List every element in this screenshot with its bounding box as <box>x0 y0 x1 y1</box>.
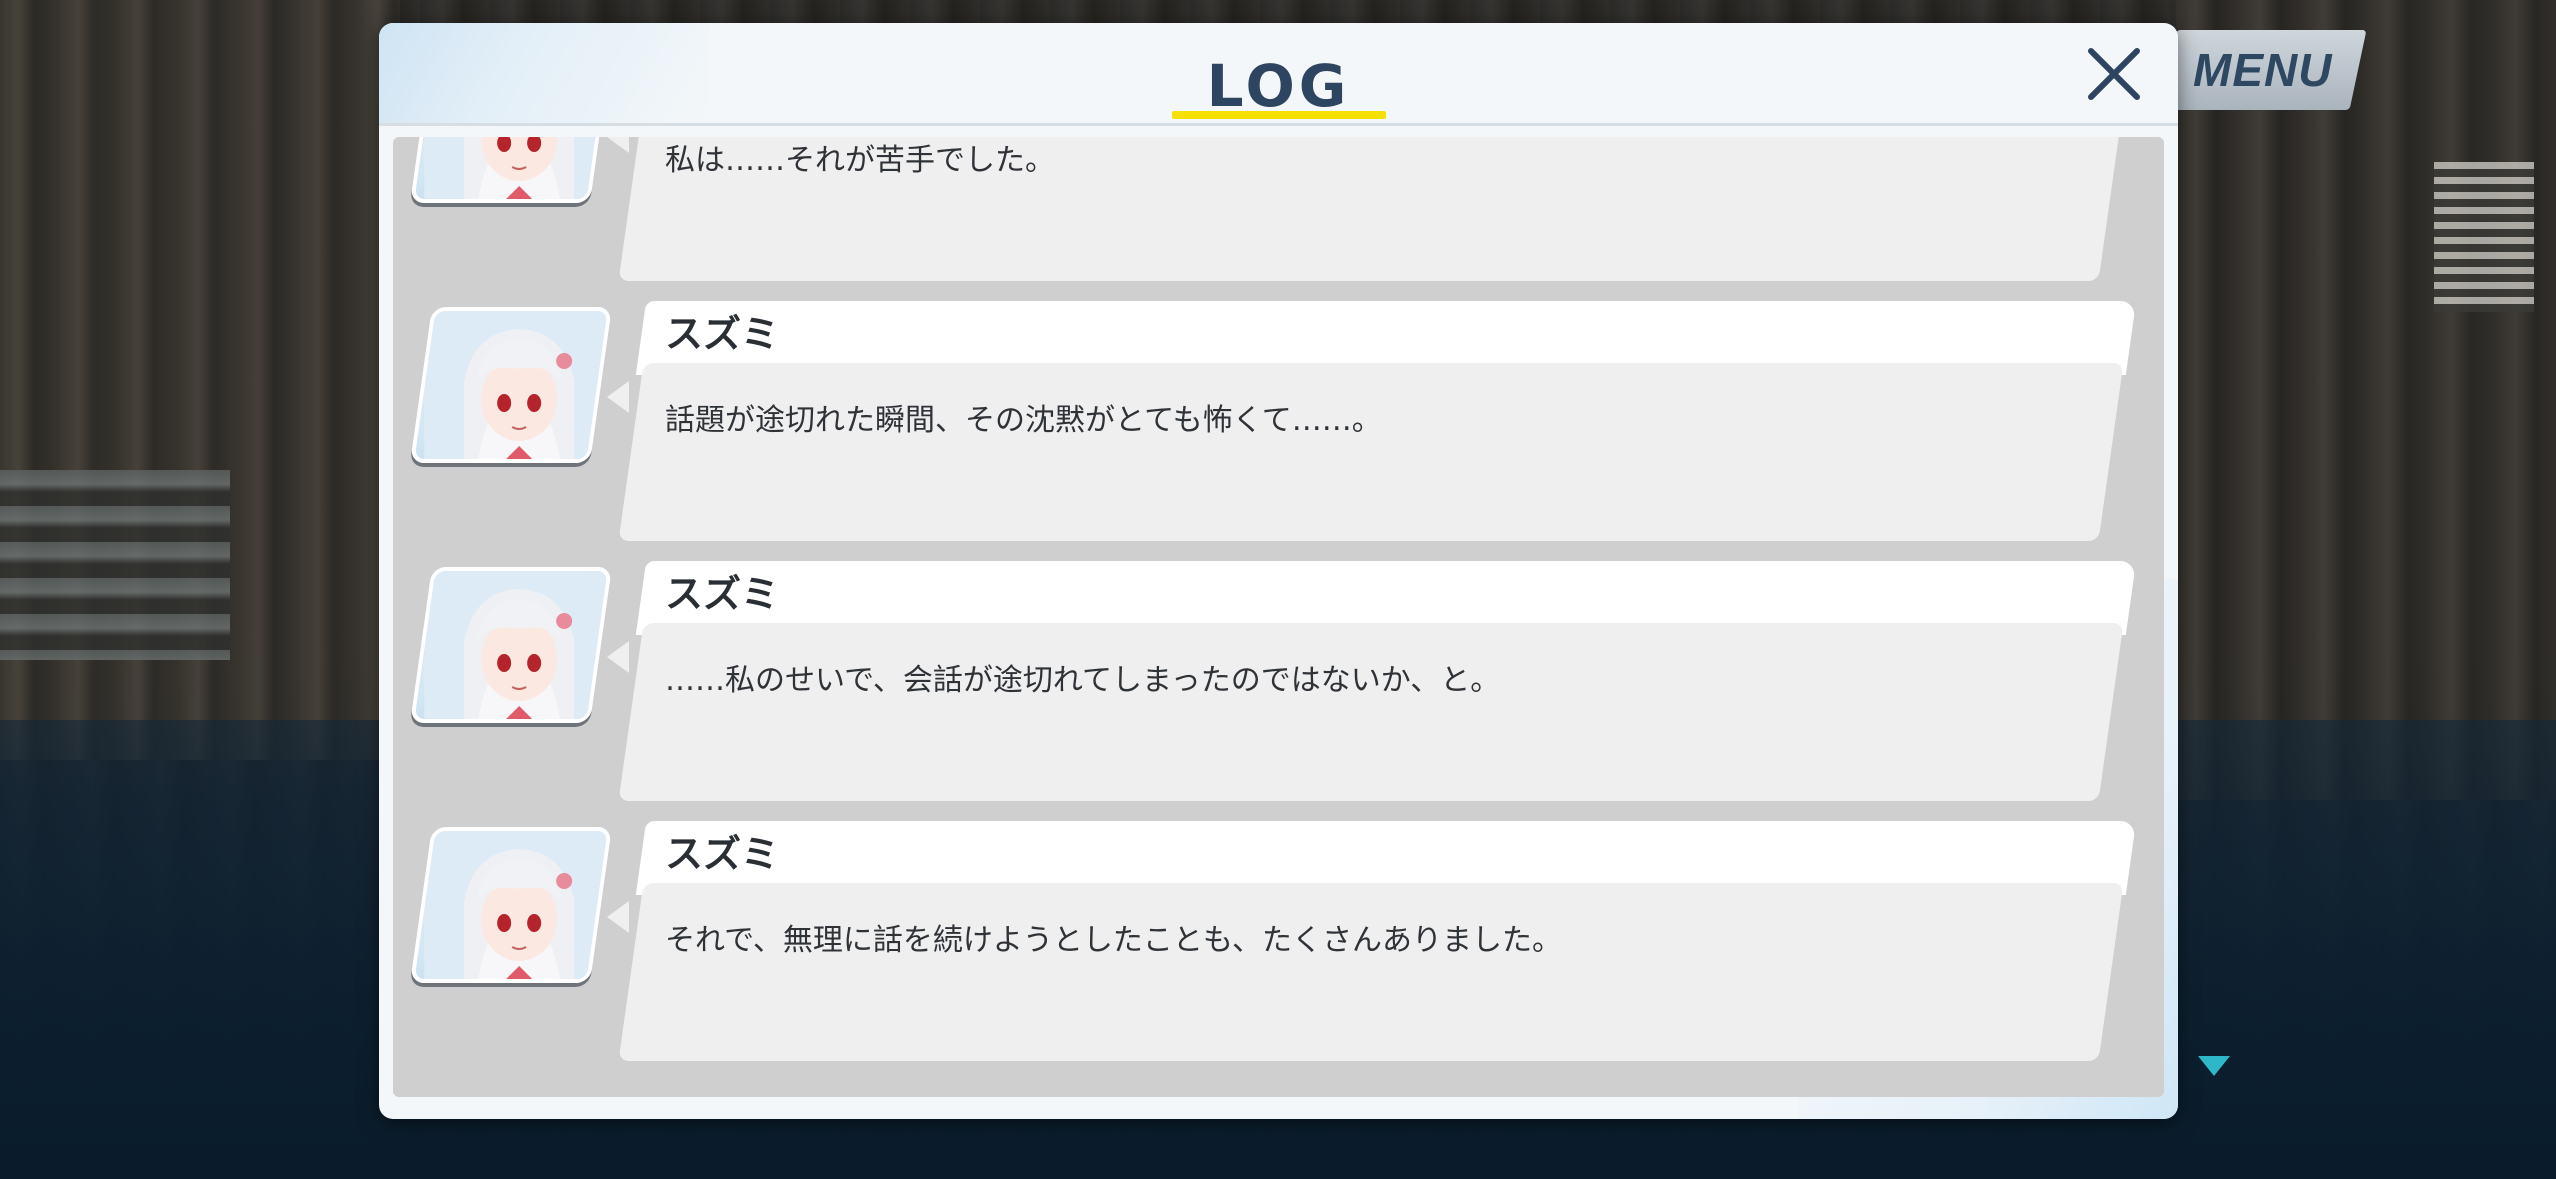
speaker-name: スズミ <box>665 572 780 616</box>
close-button[interactable] <box>2081 41 2147 107</box>
speaker-avatar <box>410 827 612 983</box>
close-icon <box>2088 48 2140 100</box>
log-entry: スズミ 私は……それが苦手でした。 <box>393 137 2164 281</box>
dialogue-text: 話題が途切れた瞬間、その沈黙がとても怖くて……。 <box>665 403 1382 438</box>
log-panel: LOG スズミ <box>379 23 2178 1119</box>
warehouse-wall-right <box>2176 0 2556 800</box>
dialogue-box <box>618 883 2124 1061</box>
dialogue-box <box>618 623 2124 801</box>
menu-button[interactable]: MENU <box>2159 30 2367 110</box>
warehouse-window-right <box>2434 162 2534 312</box>
speaker-avatar <box>410 307 612 463</box>
text-pointer <box>607 901 629 933</box>
log-title: LOG <box>1206 52 1351 120</box>
title-underline <box>1172 111 1386 119</box>
dialogue-text: 私は……それが苦手でした。 <box>665 143 1055 178</box>
dialogue-text: それで、無理に話を続けようとしたことも、たくさんありました。 <box>665 923 1562 958</box>
header-divider <box>379 123 2178 126</box>
speaker-avatar <box>410 567 612 723</box>
log-header: LOG <box>379 23 2178 123</box>
log-entry: スズミ それで、無理に話を続けようとしたことも、たくさんありました。 <box>393 821 2164 1061</box>
speaker-avatar <box>410 137 612 203</box>
triangle-down-icon <box>2198 1056 2230 1076</box>
dialogue-box <box>618 363 2124 541</box>
text-pointer <box>607 137 629 153</box>
dialogue-text: ……私のせいで、会話が途切れてしまったのではないか、と。 <box>665 663 1501 698</box>
log-entry: スズミ ……私のせいで、会話が途切れてしまったのではないか、と。 <box>393 561 2164 801</box>
warehouse-window-left <box>0 470 230 660</box>
text-pointer <box>607 381 629 413</box>
log-list[interactable]: スズミ 私は……それが苦手でした。 スズミ 話題が途切れた瞬間、その沈黙がとても… <box>393 137 2164 1097</box>
speaker-name: スズミ <box>665 832 780 876</box>
menu-button-label: MENU <box>2193 44 2333 96</box>
log-entry: スズミ 話題が途切れた瞬間、その沈黙がとても怖くて……。 <box>393 301 2164 541</box>
speaker-name: スズミ <box>665 312 780 356</box>
text-pointer <box>607 641 629 673</box>
